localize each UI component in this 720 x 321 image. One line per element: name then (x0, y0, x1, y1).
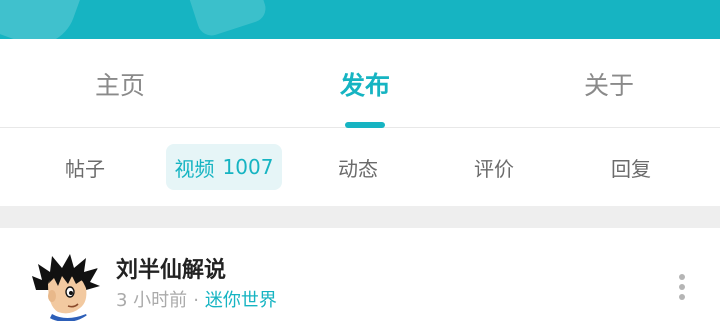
profile-page: 主页 发布 关于 帖子 视频 1007 动态 评价 回复 刘半仙解说 3 小时前… (0, 0, 720, 321)
subtab-moments[interactable]: 动态 (323, 144, 393, 190)
subtab-count: 1007 (222, 155, 274, 179)
subtab-label: 帖子 (65, 156, 105, 181)
post-header: 刘半仙解说 3 小时前 · 迷你世界 (0, 228, 720, 321)
tab-home[interactable]: 主页 (60, 39, 180, 128)
tab-about[interactable]: 关于 (549, 39, 669, 128)
meta-separator: · (193, 290, 199, 311)
author-name[interactable]: 刘半仙解说 (116, 252, 226, 284)
subtab-replies[interactable]: 回复 (596, 144, 666, 190)
subtab-label: 评价 (474, 156, 514, 181)
post-time: 3 小时前 (116, 290, 188, 311)
banner-decoration (0, 0, 94, 39)
section-divider (0, 206, 720, 228)
header-banner (0, 0, 720, 39)
subtab-label: 视频 (174, 156, 215, 181)
sub-tab-bar: 帖子 视频 1007 动态 评价 回复 (0, 128, 720, 206)
subtab-label: 动态 (338, 156, 378, 181)
banner-decoration (180, 0, 270, 39)
avatar[interactable] (30, 250, 102, 321)
post-channel-link[interactable]: 迷你世界 (205, 290, 277, 311)
more-options-button[interactable] (668, 272, 696, 302)
more-vertical-icon (679, 274, 685, 300)
subtab-posts[interactable]: 帖子 (50, 144, 120, 190)
post-meta: 3 小时前 · 迷你世界 (116, 286, 277, 312)
avatar-image (30, 250, 102, 321)
subtab-reviews[interactable]: 评价 (459, 144, 529, 190)
tab-post[interactable]: 发布 (305, 39, 425, 128)
subtab-label: 回复 (611, 156, 651, 181)
subtab-videos[interactable]: 视频 1007 (166, 144, 282, 190)
main-tab-bar: 主页 发布 关于 (0, 39, 720, 128)
